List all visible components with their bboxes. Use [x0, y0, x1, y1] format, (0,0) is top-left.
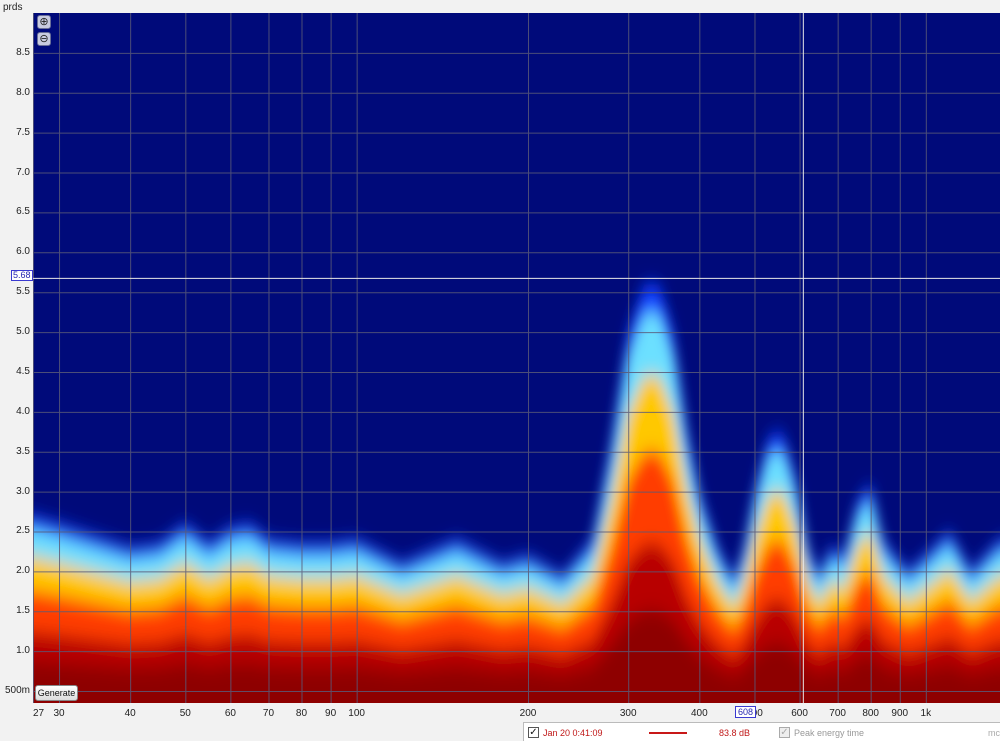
x-tick-label: 900 [891, 708, 909, 719]
generate-button[interactable]: Generate [35, 685, 78, 701]
y-tick-label: 4.0 [16, 405, 30, 417]
x-tick-label: 50 [179, 708, 191, 719]
spectrogram-plot[interactable] [33, 13, 1000, 703]
y-tick-label: 1.0 [16, 645, 30, 657]
y-tick-label: 2.5 [16, 525, 30, 537]
x-tick-label: 27 [33, 708, 45, 719]
x-tick-label: 70 [262, 708, 275, 719]
y-tick-label: 3.0 [16, 485, 30, 497]
x-tick-label: 400 [690, 708, 708, 719]
x-tick-label: 800 [862, 708, 879, 719]
x-tick-label: 100 [348, 708, 365, 719]
x-tick-label: 60 [224, 708, 236, 719]
y-tick-label: 1.5 [16, 605, 30, 617]
y-tick-label: 6.5 [16, 206, 30, 218]
legend-visibility-checkbox[interactable]: ✓ [528, 727, 539, 738]
cursor-x-readout: 608 [735, 706, 757, 718]
y-tick-label: 2.0 [16, 565, 30, 577]
cursor-y-readout: 5.68 [11, 270, 33, 281]
x-tick-label: 80 [295, 708, 308, 719]
y-tick-label: 4.5 [16, 365, 30, 377]
y-tick-label: 6.0 [16, 246, 30, 258]
peak-energy-checkbox[interactable]: ✓ [779, 727, 790, 738]
y-axis-title: prds [3, 2, 23, 13]
zoom-out-icon[interactable]: ⊖ [37, 32, 51, 46]
x-tick-label: 300 [619, 708, 637, 719]
x-tick-label: 30 [53, 708, 65, 719]
legend-line-swatch [649, 732, 687, 734]
legend-units-label: mc [988, 728, 1000, 738]
x-tick-label: 1k [920, 708, 932, 719]
spectrogram-canvas [33, 13, 1000, 703]
y-tick-label: 7.5 [16, 126, 30, 138]
legend-level-value: 83.8 dB [719, 728, 751, 738]
y-tick-label: 5.0 [16, 326, 30, 338]
x-tick-label: 600 [791, 708, 808, 719]
y-tick-label: 8.5 [16, 46, 30, 58]
x-tick-label: 700 [829, 708, 846, 719]
x-tick-label: 200 [519, 708, 537, 719]
x-tick-label: 90 [325, 708, 337, 719]
zoom-in-icon[interactable]: ⊕ [37, 15, 51, 29]
y-tick-label: 8.0 [16, 86, 30, 98]
y-tick-label: 3.5 [16, 445, 30, 457]
y-tick-label: 5.5 [16, 286, 30, 298]
y-tick-label: 7.0 [16, 166, 30, 178]
x-tick-label: 40 [124, 708, 136, 719]
legend-measurement-title: Jan 20 0:41:09 [543, 728, 603, 738]
y-tick-label: 500m [4, 685, 30, 697]
peak-energy-label: Peak energy time [794, 728, 865, 738]
legend-panel: ✓ Jan 20 0:41:09 83.8 dB ✓ Peak energy t… [523, 722, 1000, 741]
